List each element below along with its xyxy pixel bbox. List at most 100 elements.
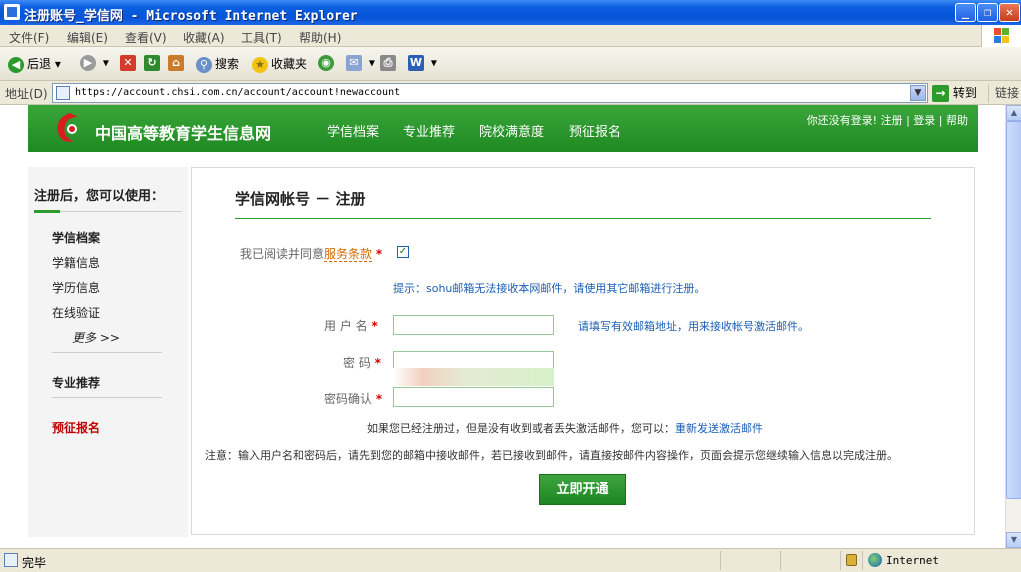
forward-button[interactable]: ▶ ▾ (80, 55, 109, 73)
sidebar-item-archive[interactable]: 学信档案 (52, 229, 100, 246)
search-icon: ⚲ (196, 56, 212, 73)
internet-zone-icon (868, 553, 882, 567)
address-bar: 地址(D) https://account.chsi.com.cn/accoun… (0, 81, 1021, 105)
refresh-button[interactable]: ↻ (144, 55, 163, 73)
menu-view[interactable]: 查看(V) (125, 29, 167, 46)
sidebar-item-verify[interactable]: 在线验证 (52, 304, 100, 321)
username-hint: 请填写有效邮箱地址，用来接收帐号激活邮件。 (578, 320, 809, 333)
links-button[interactable]: 链接 (988, 84, 1019, 103)
submit-button[interactable]: 立即开通 (539, 474, 626, 505)
go-button[interactable]: → 转到 (932, 84, 977, 102)
search-label: 搜索 (215, 57, 240, 71)
required-mark: * (374, 356, 381, 370)
nav-major-recommend[interactable]: 专业推荐 (403, 121, 455, 140)
password-label-text: 密 码 (343, 356, 371, 370)
resend-activation-link[interactable]: 重新发送激活邮件 (675, 422, 763, 435)
sidebar-title: 注册后，您可以使用： (34, 189, 165, 204)
required-mark: * (371, 319, 378, 333)
password-label: 密 码 * (343, 354, 381, 371)
sidebar-item-degree[interactable]: 学历信息 (52, 279, 100, 296)
home-button[interactable]: ⌂ (168, 55, 187, 73)
username-input[interactable] (393, 315, 554, 335)
required-mark: * (375, 392, 383, 406)
scroll-down-icon[interactable]: ▼ (1006, 532, 1021, 548)
back-label: 后退 (27, 57, 52, 71)
scroll-thumb[interactable] (1006, 121, 1021, 499)
password-strength-bar (393, 368, 554, 386)
notice-text: 注意：输入用户名和密码后，请先到您的邮箱中接收邮件，若已接收到邮件，请直接按邮件… (205, 449, 898, 462)
form-title-rule (235, 218, 931, 219)
browser-toolbar: ◀ 后退 ▾ ▶ ▾ ✕ ↻ ⌂ ⚲ 搜索 ★ 收藏夹 ◉ ✉ ▾ ⎙ W ▾ (0, 47, 1021, 81)
go-label: 转到 (952, 86, 977, 100)
stop-button[interactable]: ✕ (120, 55, 139, 73)
required-mark: * (375, 247, 383, 261)
menu-favorites[interactable]: 收藏(A) (183, 29, 225, 46)
sidebar-item-pre-enlist[interactable]: 预征报名 (52, 419, 100, 436)
chsi-logo-icon[interactable] (50, 111, 82, 145)
media-button[interactable]: ◉ (318, 55, 337, 73)
nav-pre-enlist[interactable]: 预征报名 (569, 121, 621, 140)
user-status-links[interactable]: 你还没有登录! 注册 | 登录 | 帮助 (807, 112, 968, 128)
print-button[interactable]: ⎙ (380, 55, 399, 73)
vertical-scrollbar[interactable]: ▲ ▼ (1005, 105, 1021, 548)
star-icon: ★ (252, 56, 268, 73)
minimize-button[interactable]: _ (955, 3, 976, 22)
sidebar-item-recommend[interactable]: 专业推荐 (52, 374, 100, 391)
mail-button[interactable]: ✉ ▾ (346, 55, 375, 73)
status-separator (862, 551, 863, 570)
word-icon: W (408, 55, 424, 71)
stop-icon: ✕ (120, 55, 136, 71)
status-text: 完毕 (22, 556, 47, 570)
windows-logo-icon (981, 25, 1021, 47)
refresh-icon: ↻ (144, 55, 160, 71)
sidebar-separator (52, 352, 162, 353)
menu-help[interactable]: 帮助(H) (299, 29, 341, 46)
sidebar-separator (52, 397, 162, 398)
menu-tools[interactable]: 工具(T) (241, 29, 282, 46)
nav-xuexin-archive[interactable]: 学信档案 (327, 121, 379, 140)
security-zone: Internet (886, 554, 939, 567)
sidebar-more-link[interactable]: 更多 >> (72, 329, 120, 346)
username-label-text: 用 户 名 (324, 319, 368, 333)
address-url[interactable]: https://account.chsi.com.cn/account/acco… (75, 87, 400, 98)
back-button[interactable]: ◀ 后退 ▾ (8, 55, 61, 73)
lock-icon (846, 554, 857, 566)
form-title: 学信网帐号 － 注册 (235, 190, 366, 208)
home-icon: ⌂ (168, 55, 184, 71)
sidebar: 注册后，您可以使用： 学信档案 学籍信息 学历信息 在线验证 更多 >> 专业推… (28, 167, 188, 537)
site-title[interactable]: 中国高等教育学生信息网 (95, 120, 271, 144)
agree-checkbox[interactable]: ✓ (397, 246, 409, 258)
search-button[interactable]: ⚲ 搜索 (196, 55, 239, 73)
menu-edit[interactable]: 编辑(E) (67, 29, 108, 46)
status-separator (780, 551, 781, 570)
menu-file[interactable]: 文件(F) (9, 29, 49, 46)
back-arrow-icon: ◀ (8, 56, 24, 73)
word-button[interactable]: W ▾ (408, 55, 437, 73)
ie-page-icon (4, 4, 20, 20)
sohu-tip: 提示：sohu邮箱无法接收本网邮件，请使用其它邮箱进行注册。 (393, 282, 706, 295)
status-bar: 完毕 Internet (0, 548, 1021, 572)
register-panel: 学信网帐号 － 注册 我已阅读并同意服务条款 * ✓ 提示：sohu邮箱无法接收… (191, 167, 975, 535)
scroll-up-icon[interactable]: ▲ (1006, 105, 1021, 121)
favorites-button[interactable]: ★ 收藏夹 (252, 55, 307, 73)
confirm-label-text: 密码确认 (324, 392, 373, 406)
username-label: 用 户 名 * (324, 317, 378, 334)
agree-row: 我已阅读并同意服务条款 * (240, 245, 382, 262)
confirm-password-input[interactable] (393, 387, 554, 407)
nav-school-satisfaction[interactable]: 院校满意度 (479, 121, 544, 140)
close-button[interactable]: ✕ (999, 3, 1020, 22)
favorites-label: 收藏夹 (271, 57, 308, 71)
media-icon: ◉ (318, 55, 334, 71)
terms-link[interactable]: 服务条款 (324, 247, 373, 262)
sidebar-item-enrollment[interactable]: 学籍信息 (52, 254, 100, 271)
forward-arrow-icon: ▶ (80, 55, 96, 71)
page-icon (56, 86, 70, 100)
sidebar-accent (34, 210, 60, 213)
restore-button[interactable]: ❐ (977, 3, 998, 22)
page-done-icon (4, 553, 18, 567)
confirm-label: 密码确认 * (324, 390, 382, 407)
page-viewport: 中国高等教育学生信息网 学信档案 专业推荐 院校满意度 预征报名 你还没有登录!… (0, 105, 1005, 548)
address-dropdown-icon[interactable]: ▼ (910, 85, 926, 101)
window-title: 注册账号_学信网 - Microsoft Internet Explorer (24, 9, 358, 24)
address-input[interactable]: https://account.chsi.com.cn/account/acco… (52, 83, 928, 103)
